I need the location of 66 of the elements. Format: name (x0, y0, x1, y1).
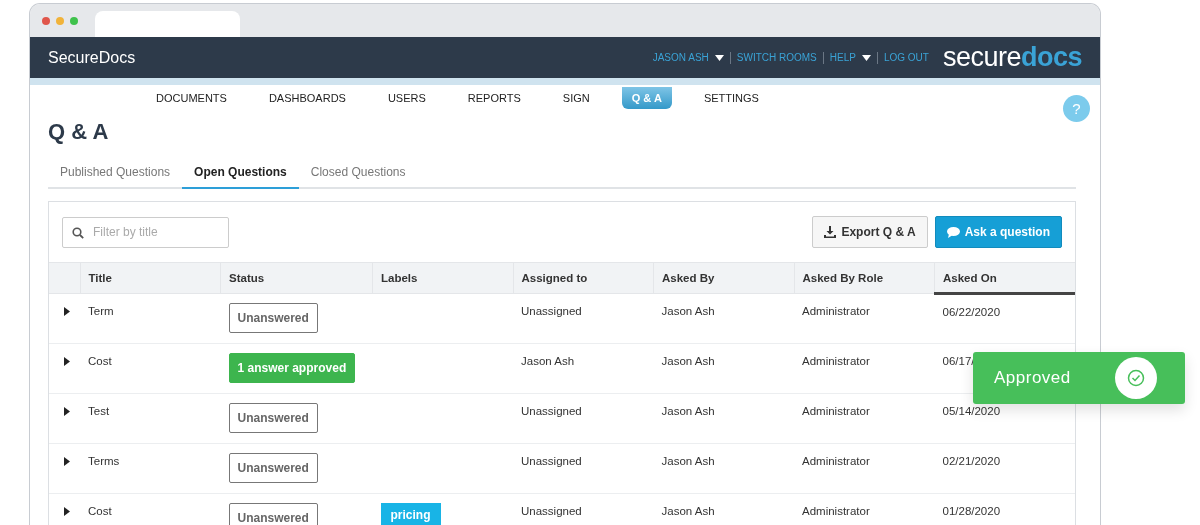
export-button[interactable]: Export Q & A (812, 216, 928, 248)
tab[interactable]: Open Questions (182, 161, 299, 189)
column-header[interactable]: Asked By Role (794, 262, 935, 294)
nav-item[interactable]: DASHBOARDS (258, 87, 356, 109)
table-cell: Jason Ash (661, 505, 715, 517)
speech-bubble-icon (946, 226, 960, 238)
column-header[interactable]: Title (80, 262, 221, 294)
table-cell: Cost (88, 505, 112, 517)
status-badge: Unanswered (228, 503, 318, 525)
expand-icon[interactable] (64, 307, 70, 316)
expand-icon[interactable] (64, 457, 70, 466)
label-tag: pricing (380, 503, 441, 525)
table-cell: Jason Ash (661, 305, 715, 317)
table-cell: Jason Ash (521, 355, 575, 367)
header-link[interactable]: HELP (829, 52, 871, 63)
check-circle-icon (1115, 357, 1157, 399)
header-link[interactable]: SWITCH ROOMS (736, 52, 817, 63)
table-cell: Unassigned (521, 305, 582, 317)
column-header[interactable]: Asked By (653, 262, 794, 294)
logo: securedocs (942, 42, 1082, 73)
nav-item[interactable]: DOCUMENTS (146, 87, 237, 109)
nav-item[interactable]: SIGN (552, 87, 600, 109)
column-header[interactable]: Asked On (934, 262, 1075, 294)
status-badge: Unanswered (228, 403, 318, 433)
table-cell: Test (88, 405, 110, 417)
table-cell: Unassigned (521, 455, 582, 467)
table-cell: Unassigned (521, 505, 582, 517)
table-cell: Administrator (802, 305, 870, 317)
expand-icon[interactable] (64, 507, 70, 516)
table-cell: Administrator (802, 505, 870, 517)
status-badge: 1 answer approved (228, 353, 356, 383)
table-cell: Term (88, 305, 114, 317)
toast-text: Approved (994, 368, 1071, 388)
table-cell: 06/17/ (942, 355, 975, 367)
table-cell: Administrator (802, 355, 870, 367)
app-name: SecureDocs (48, 48, 137, 67)
expand-icon[interactable] (64, 357, 70, 366)
expand-icon[interactable] (64, 407, 70, 416)
nav-item[interactable]: SETTINGS (693, 87, 769, 109)
filter-field[interactable]: Filter by title (62, 216, 229, 248)
nav-item[interactable]: USERS (377, 87, 436, 109)
table-cell: 02/21/2020 (942, 455, 1001, 467)
table-cell: Administrator (802, 455, 870, 467)
table-cell: Administrator (802, 405, 870, 417)
table-cell: Jason Ash (661, 405, 715, 417)
table-cell: Unassigned (521, 405, 582, 417)
column-header[interactable]: Status (220, 262, 373, 294)
table-cell: Cost (88, 355, 112, 367)
table-cell: Jason Ash (661, 455, 715, 467)
column-header[interactable]: Labels (372, 262, 513, 294)
table-cell: 05/14/2020 (942, 405, 1001, 417)
download-icon (824, 226, 837, 238)
status-badge: Unanswered (228, 453, 318, 483)
column-header[interactable]: Assigned to (513, 262, 654, 294)
table-cell: Jason Ash (661, 355, 715, 367)
nav-item[interactable]: REPORTS (457, 87, 531, 109)
table-cell: Terms (88, 455, 120, 467)
close-icon[interactable] (42, 16, 50, 25)
header-link[interactable]: LOG OUT (883, 52, 929, 63)
table-cell: 06/22/2020 (942, 306, 1001, 318)
table-cell: 01/28/2020 (942, 505, 1001, 517)
header-link[interactable]: JASON ASH (652, 52, 724, 63)
status-badge: Unanswered (228, 303, 318, 333)
tab[interactable]: Published Questions (48, 161, 183, 189)
tab[interactable]: Closed Questions (298, 161, 418, 189)
page-title: Q & A (48, 119, 110, 145)
